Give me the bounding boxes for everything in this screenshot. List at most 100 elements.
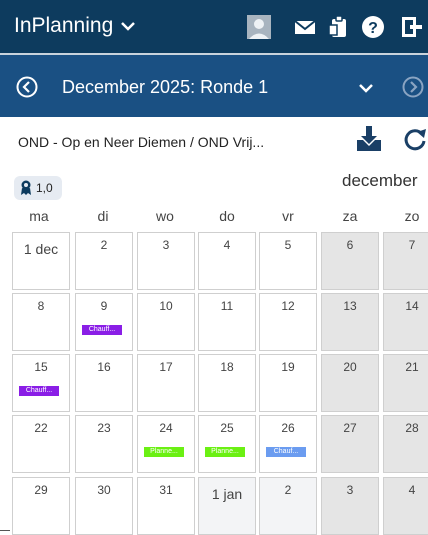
weekday-header: di — [97, 208, 109, 224]
calendar-day-cell[interactable]: 24 Planne... — [137, 415, 195, 473]
calendar-day-cell[interactable]: 13 — [321, 293, 379, 351]
shift-tag[interactable]: Chauff... — [19, 386, 59, 396]
period-title[interactable]: December 2025: Ronde 1 — [62, 76, 268, 98]
day-number: 3 — [162, 238, 170, 252]
day-number: 22 — [34, 421, 48, 435]
calendar-day-cell[interactable]: 16 — [75, 354, 133, 412]
score-badge: 1,0 — [14, 176, 62, 200]
day-number: 8 — [37, 299, 45, 313]
weekday-header: za — [342, 208, 358, 224]
calendar-day-cell[interactable]: 8 — [12, 293, 70, 351]
day-number: 19 — [281, 360, 295, 374]
calendar-day-cell[interactable]: 5 — [259, 232, 317, 290]
calendar-day-cell[interactable]: 15 Chauff... — [12, 354, 70, 412]
shift-tag[interactable]: Chauf... — [266, 447, 306, 457]
calendar-day-cell[interactable]: 22 — [12, 415, 70, 473]
calendar-day-cell[interactable]: 18 — [198, 354, 256, 412]
calendar-day-cell[interactable]: 7 — [383, 232, 428, 290]
day-number: 9 — [100, 299, 108, 313]
calendar-day-cell[interactable]: 28 — [383, 415, 428, 473]
calendar-day-cell[interactable]: 4 — [383, 477, 428, 535]
weekday-header: ma — [29, 208, 49, 224]
day-number: 15 — [34, 360, 48, 374]
calendar-day-cell[interactable]: 30 — [75, 477, 133, 535]
weekday-header: wo — [156, 208, 174, 224]
mail-icon[interactable] — [292, 14, 318, 40]
day-number: 2 — [100, 238, 108, 252]
calendar-day-cell[interactable]: 14 — [383, 293, 428, 351]
day-number: 2 — [284, 483, 292, 497]
svg-text:?: ? — [368, 20, 378, 37]
calendar-day-cell[interactable]: 1 jan — [198, 477, 256, 535]
calendar-day-cell[interactable]: 31 — [137, 477, 195, 535]
help-icon[interactable]: ? — [360, 14, 386, 40]
calendar-day-cell[interactable]: 20 — [321, 354, 379, 412]
day-number: 1 jan — [211, 486, 243, 502]
next-circle-icon[interactable] — [402, 76, 424, 98]
day-number: 29 — [34, 483, 48, 497]
award-icon — [21, 180, 31, 195]
calendar-day-cell[interactable]: 3 — [321, 477, 379, 535]
clipboard-icon[interactable] — [326, 14, 352, 40]
day-number: 18 — [220, 360, 234, 374]
shift-tag[interactable]: Chauff... — [82, 325, 122, 335]
weekday-header: do — [219, 208, 235, 224]
chevron-down-icon[interactable] — [356, 78, 376, 98]
avatar-icon[interactable] — [246, 14, 272, 40]
calendar-day-cell[interactable]: 19 — [259, 354, 317, 412]
calendar-day-cell[interactable]: 2 — [259, 477, 317, 535]
day-number: 7 — [408, 238, 416, 252]
day-number: 11 — [220, 299, 234, 313]
score-value: 1,0 — [36, 181, 53, 195]
day-number: 23 — [97, 421, 111, 435]
app-title[interactable]: InPlanning — [14, 14, 113, 38]
day-number: 4 — [223, 238, 231, 252]
calendar-day-cell[interactable]: 25 Planne... — [198, 415, 256, 473]
calendar-day-cell[interactable]: 4 — [198, 232, 256, 290]
divider — [0, 530, 10, 531]
day-number: 6 — [346, 238, 354, 252]
calendar-day-cell[interactable]: 27 — [321, 415, 379, 473]
day-number: 28 — [405, 421, 419, 435]
day-number: 3 — [346, 483, 354, 497]
day-number: 16 — [97, 360, 111, 374]
day-number: 10 — [159, 299, 173, 313]
calendar-day-cell[interactable]: 26 Chauf... — [259, 415, 317, 473]
day-number: 24 — [159, 421, 173, 435]
shift-tag[interactable]: Planne... — [144, 447, 184, 457]
calendar-day-cell[interactable]: 1 dec — [12, 232, 70, 290]
day-number: 12 — [281, 299, 295, 313]
day-number: 1 dec — [23, 241, 59, 257]
calendar-day-cell[interactable]: 21 — [383, 354, 428, 412]
day-number: 14 — [405, 299, 419, 313]
calendar-day-cell[interactable]: 29 — [12, 477, 70, 535]
calendar-day-cell[interactable]: 17 — [137, 354, 195, 412]
calendar-day-cell[interactable]: 23 — [75, 415, 133, 473]
calendar-day-cell[interactable]: 11 — [198, 293, 256, 351]
refresh-icon[interactable] — [402, 126, 428, 152]
calendar-day-cell[interactable]: 3 — [137, 232, 195, 290]
day-number: 21 — [405, 360, 419, 374]
calendar-day-cell[interactable]: 9 Chauff... — [75, 293, 133, 351]
day-number: 30 — [97, 483, 111, 497]
calendar-day-cell[interactable]: 10 — [137, 293, 195, 351]
calendar-day-cell[interactable]: 6 — [321, 232, 379, 290]
day-number: 26 — [281, 421, 295, 435]
calendar-day-cell[interactable]: 12 — [259, 293, 317, 351]
day-number: 27 — [343, 421, 357, 435]
day-number: 25 — [220, 421, 234, 435]
calendar-day-cell[interactable]: 2 — [75, 232, 133, 290]
organization-selector[interactable]: OND - Op en Neer Diemen / OND Vrij... — [18, 132, 264, 152]
logout-icon[interactable] — [398, 14, 424, 40]
weekday-header: zo — [404, 208, 420, 224]
shift-tag[interactable]: Planne... — [205, 447, 245, 457]
day-number: 20 — [343, 360, 357, 374]
download-icon[interactable] — [354, 124, 384, 154]
day-number: 17 — [159, 360, 173, 374]
prev-circle-icon[interactable] — [16, 76, 38, 98]
day-number: 13 — [343, 299, 357, 313]
chevron-down-icon[interactable] — [118, 16, 138, 36]
day-number: 4 — [408, 483, 416, 497]
day-number: 5 — [284, 238, 292, 252]
weekday-header: vr — [282, 208, 294, 224]
